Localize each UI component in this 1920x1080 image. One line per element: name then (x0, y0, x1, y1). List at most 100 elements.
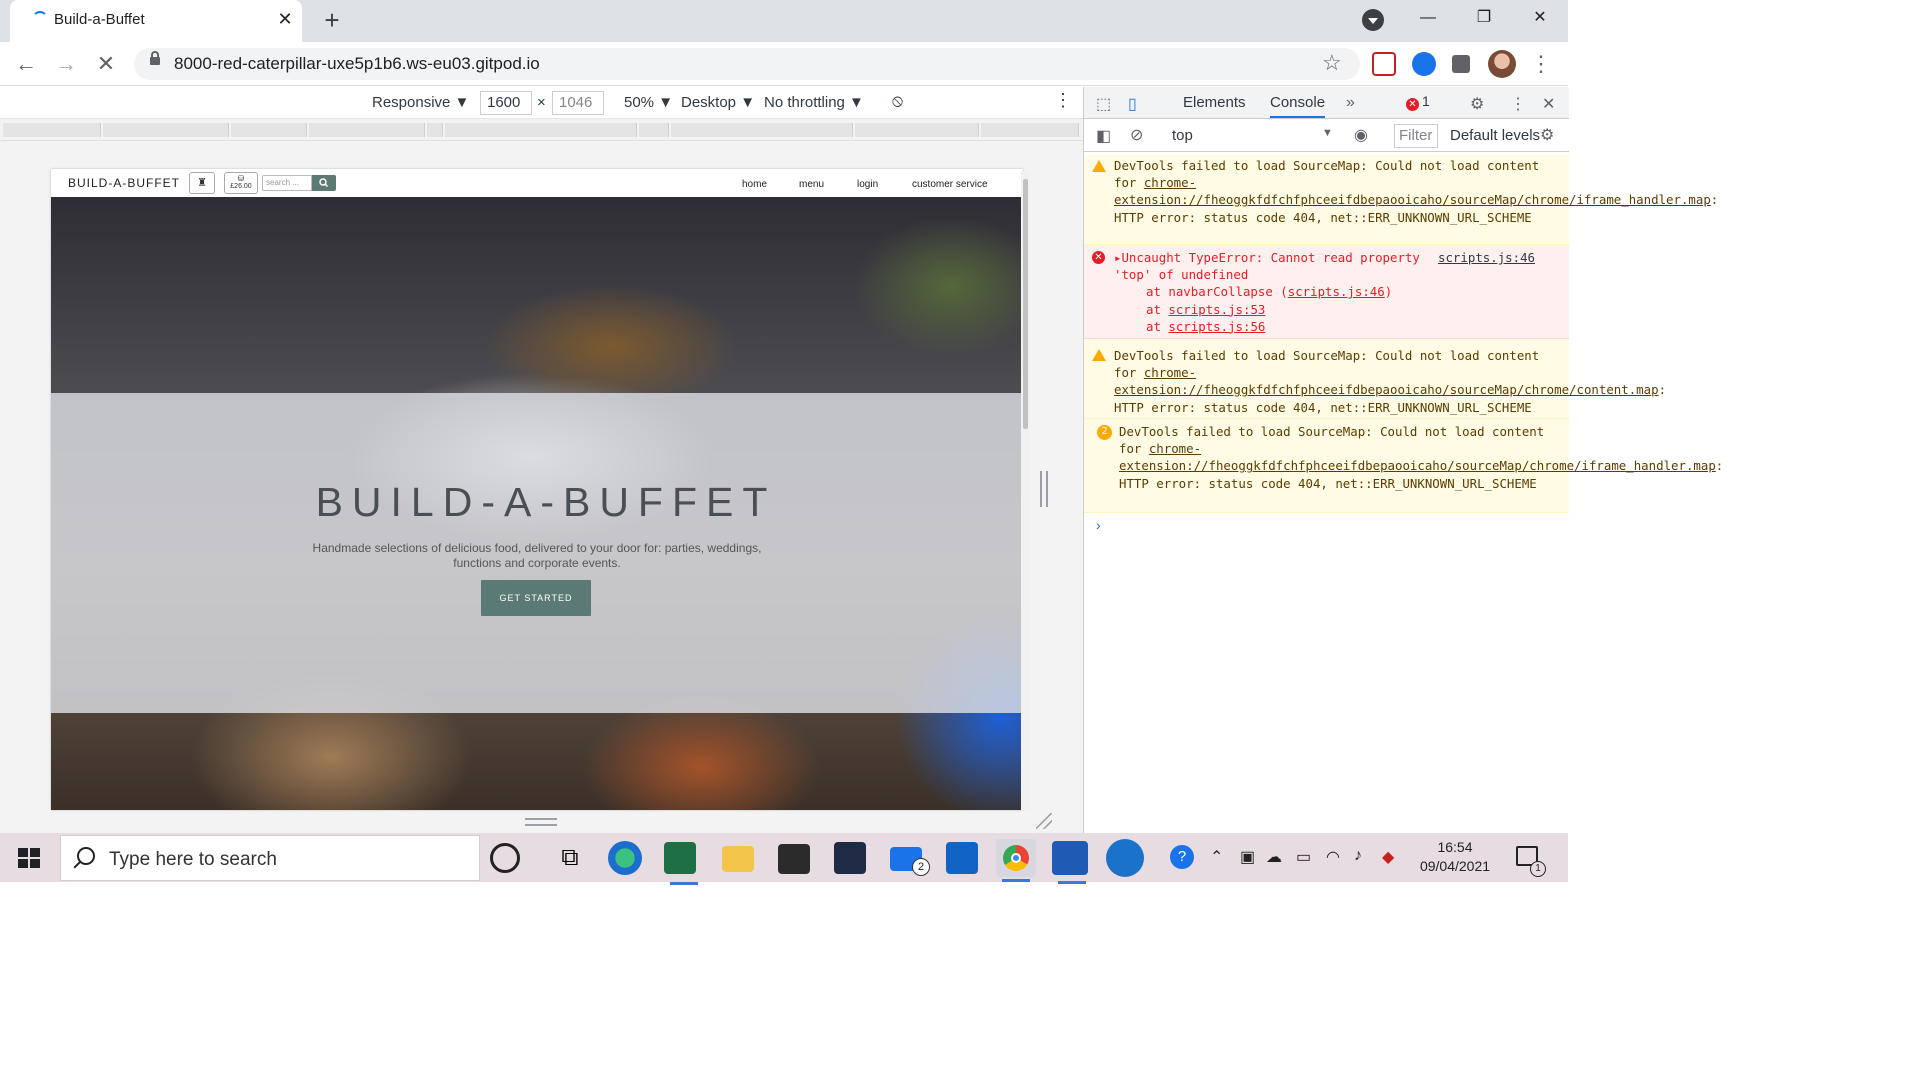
volume-icon[interactable]: ♪ (1354, 847, 1362, 865)
media-query-segment[interactable] (427, 123, 443, 137)
device-mode-select[interactable]: Responsive ▼ (372, 94, 469, 111)
sourcemap-link[interactable]: chrome-extension://fheoggkfdfchfphceeifd… (1119, 441, 1716, 473)
powershell-icon[interactable] (834, 842, 866, 874)
stop-loading-button[interactable]: ✕ (92, 50, 120, 78)
taskbar-search-box[interactable]: Type here to search (60, 835, 480, 881)
profile-avatar[interactable] (1488, 50, 1516, 78)
windows-start-icon[interactable] (18, 848, 40, 868)
media-query-bar[interactable] (0, 119, 1083, 141)
media-query-segment[interactable] (445, 123, 637, 137)
nav-link-menu[interactable]: menu (799, 179, 824, 190)
hp-icon[interactable] (1106, 839, 1144, 877)
chevron-down-icon[interactable]: ▼ (1322, 127, 1333, 139)
site-search-button[interactable] (312, 175, 336, 191)
word-icon[interactable] (1052, 841, 1088, 884)
url-text[interactable]: 8000-red-caterpillar-uxe5p1b6.ws-eu03.gi… (174, 54, 540, 74)
scrollbar-thumb[interactable] (1023, 179, 1028, 429)
console-prompt-chevron-icon[interactable]: › (1096, 517, 1101, 533)
chrome-menu-icon[interactable]: ⋮ (1530, 50, 1552, 78)
excel-icon[interactable] (664, 842, 698, 885)
media-query-segment[interactable] (3, 123, 101, 137)
device-toolbar-more-icon[interactable]: ⋮ (1054, 90, 1072, 111)
nav-link-login[interactable]: login (857, 179, 878, 190)
onedrive-cloud-icon[interactable]: ☁ (1266, 847, 1282, 867)
error-count-badge[interactable]: ✕ 1 (1406, 93, 1430, 113)
cart-button[interactable]: ⛁ £26.00 (224, 172, 258, 194)
help-icon[interactable]: ? (1170, 845, 1194, 869)
close-window-button[interactable]: ✕ (1512, 0, 1568, 36)
wifi-icon[interactable]: ◠ (1326, 847, 1340, 867)
stack-source-link[interactable]: scripts.js:53 (1168, 302, 1265, 317)
extension-icon[interactable] (1412, 52, 1436, 76)
site-scrollbar[interactable] (1021, 171, 1030, 810)
close-devtools-icon[interactable]: ✕ (1542, 94, 1555, 114)
viewport-resize-handle[interactable] (525, 818, 557, 826)
forward-button[interactable]: → (52, 50, 80, 78)
bookmark-star-icon[interactable]: ☆ (1322, 50, 1342, 76)
viewport-width-input[interactable]: 1600 (480, 91, 532, 115)
battery-icon[interactable]: ▭ (1296, 847, 1311, 867)
chef-icon-button[interactable]: ♜ (189, 172, 215, 194)
context-select[interactable]: top (1172, 127, 1193, 144)
sourcemap-link[interactable]: chrome-extension://fheoggkfdfchfphceeifd… (1114, 175, 1711, 207)
zoom-select[interactable]: 50% ▼ (624, 94, 673, 111)
sidebar-toggle-icon[interactable]: ◧ (1096, 126, 1111, 146)
devtools-menu-icon[interactable]: ⋮ (1510, 94, 1526, 114)
outlook-icon[interactable] (946, 842, 978, 874)
minimize-button[interactable]: — (1400, 0, 1456, 36)
error-message[interactable]: ▸Uncaught TypeError: Cannot read propert… (1114, 249, 1432, 283)
console-settings-gear-icon[interactable]: ⚙ (1540, 125, 1554, 145)
site-search-input[interactable]: search ... (262, 175, 312, 191)
inspect-element-icon[interactable]: ⬚ (1096, 94, 1111, 114)
error-source-link[interactable]: scripts.js:46 (1438, 249, 1535, 266)
media-query-segment[interactable] (309, 123, 425, 137)
system-clock[interactable]: 16:54 09/04/2021 (1416, 838, 1494, 876)
clear-console-icon[interactable]: ⊘ (1130, 125, 1143, 145)
media-query-segment[interactable] (639, 123, 669, 137)
restore-button[interactable]: ❐ (1456, 0, 1512, 36)
extension-icon[interactable] (1372, 52, 1396, 76)
nav-link-home[interactable]: home (742, 179, 767, 190)
dropbox-icon[interactable]: ◆ (1382, 847, 1394, 867)
stack-source-link[interactable]: scripts.js:56 (1168, 319, 1265, 334)
viewport-height-input[interactable]: 1046 (552, 91, 604, 115)
device-toggle-icon[interactable]: ▯ (1128, 94, 1137, 114)
browser-tab[interactable]: Build-a-Buffet ✕ (10, 0, 302, 42)
tab-search-button[interactable] (1362, 9, 1384, 31)
media-query-segment[interactable] (855, 123, 979, 137)
edge-icon[interactable] (608, 841, 642, 875)
tab-console[interactable]: Console (1270, 94, 1326, 118)
log-levels-select[interactable]: Default levels (1450, 127, 1546, 144)
media-query-segment[interactable] (671, 123, 853, 137)
back-button[interactable]: ← (12, 50, 40, 78)
tab-elements[interactable]: Elements (1183, 94, 1246, 111)
store-icon[interactable] (778, 844, 810, 874)
media-query-segment[interactable] (231, 123, 307, 137)
viewport-corner-resize-handle[interactable] (1036, 813, 1052, 829)
get-started-button[interactable]: GET STARTED (481, 580, 591, 616)
file-explorer-icon[interactable] (722, 846, 754, 872)
viewport-resize-handle[interactable] (1040, 471, 1048, 507)
cortana-icon[interactable] (490, 843, 520, 873)
sourcemap-link[interactable]: chrome-extension://fheoggkfdfchfphceeifd… (1114, 365, 1659, 397)
task-view-icon[interactable]: ⧉ (550, 839, 590, 877)
new-tab-button[interactable]: + (318, 6, 346, 34)
device-type-select[interactable]: Desktop ▼ (681, 94, 755, 111)
meet-now-icon[interactable]: ▣ (1240, 847, 1255, 867)
console-filter-input[interactable]: Filter (1394, 124, 1438, 148)
more-tabs-icon[interactable]: » (1346, 94, 1355, 112)
site-brand[interactable]: BUILD-A-BUFFET (68, 176, 180, 190)
throttling-select[interactable]: No throttling ▼ (764, 94, 864, 111)
chrome-taskbar-button[interactable] (996, 839, 1036, 882)
settings-gear-icon[interactable]: ⚙ (1470, 94, 1484, 114)
puzzle-extensions-icon[interactable] (1452, 55, 1470, 73)
live-expression-eye-icon[interactable]: ◉ (1354, 125, 1368, 145)
stack-source-link[interactable]: scripts.js:46 (1288, 284, 1385, 299)
nav-link-customer-service[interactable]: customer service (912, 179, 988, 190)
media-query-segment[interactable] (981, 123, 1079, 137)
rotate-icon[interactable]: ⦸ (892, 91, 903, 111)
close-tab-icon[interactable]: ✕ (274, 8, 296, 30)
media-query-segment[interactable] (103, 123, 229, 137)
address-bar[interactable]: 8000-red-caterpillar-uxe5p1b6.ws-eu03.gi… (134, 48, 1360, 80)
chevron-up-icon[interactable]: ⌃ (1210, 847, 1223, 867)
